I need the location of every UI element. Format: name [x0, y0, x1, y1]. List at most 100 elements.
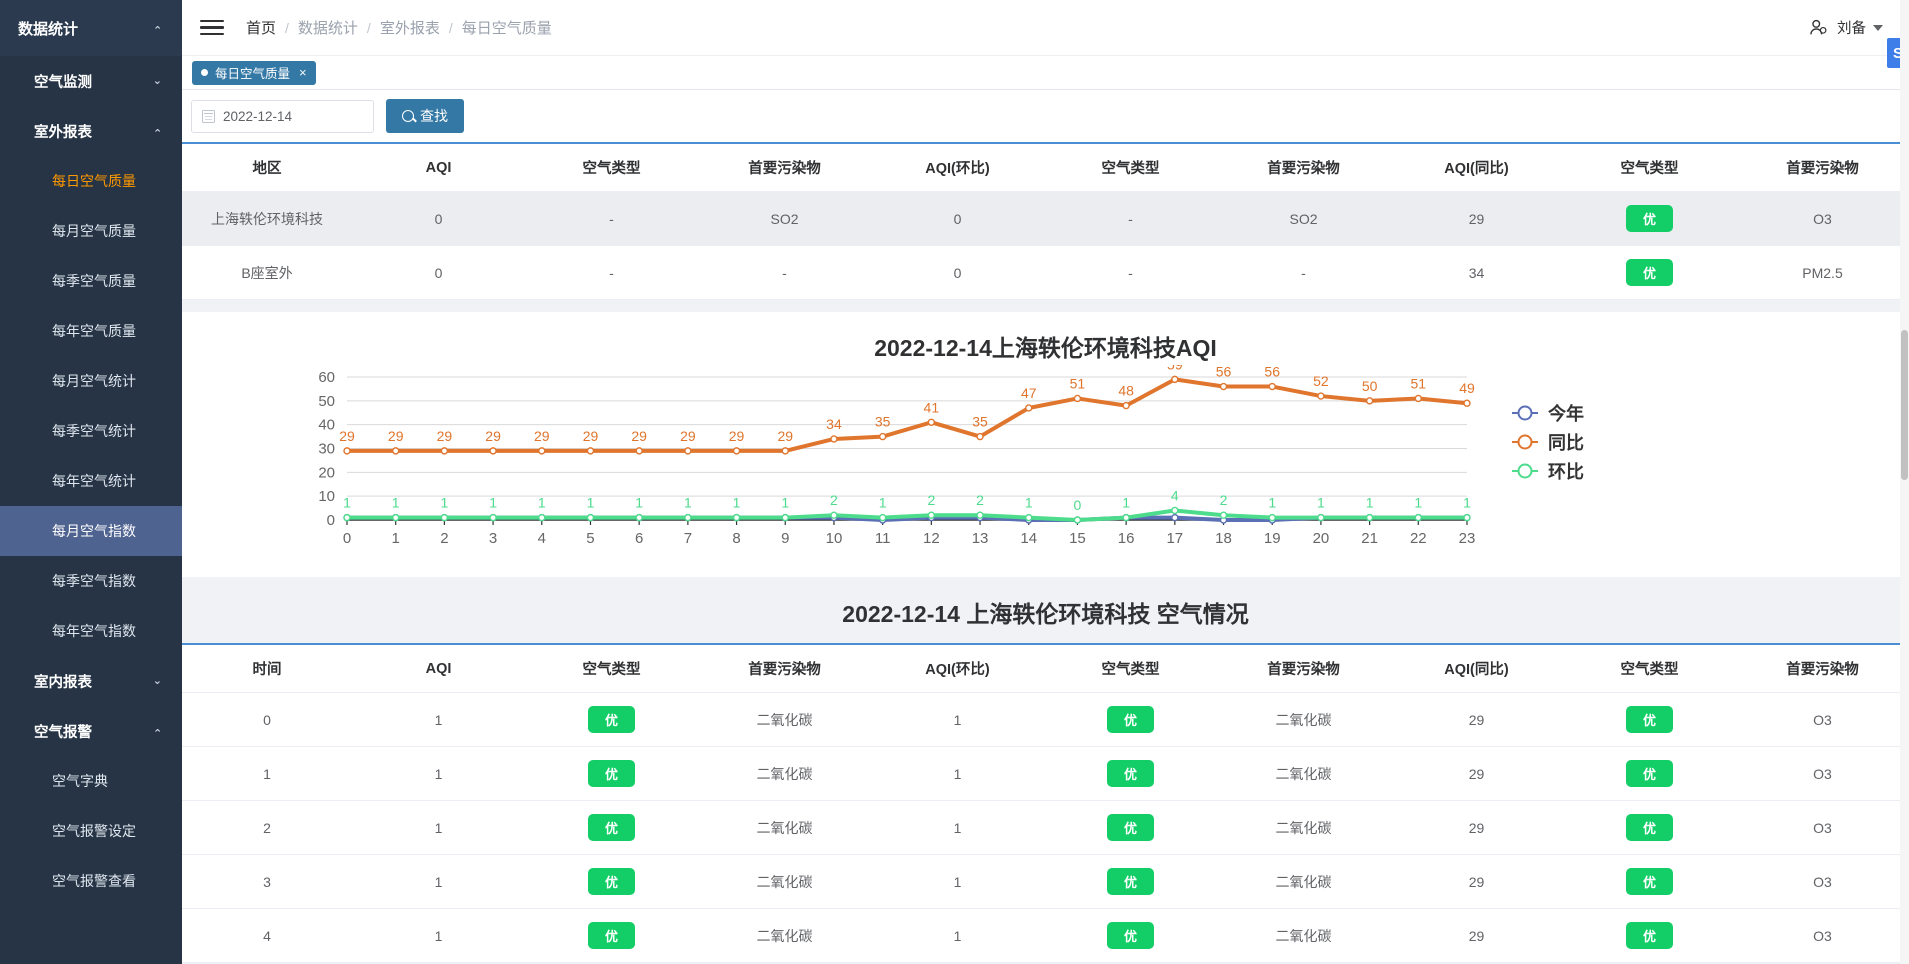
cell-3: 二氧化碳	[698, 800, 871, 855]
data-label: 1	[733, 495, 741, 511]
data-point	[343, 513, 351, 522]
chevron-up-icon: ⌄	[152, 725, 162, 738]
data-label: 29	[485, 428, 501, 444]
sidebar-item-label: 每月空气指数	[52, 523, 136, 539]
page-scrollbar[interactable]	[1900, 0, 1909, 964]
data-point	[1219, 382, 1228, 391]
x-axis-tick: 7	[684, 530, 692, 547]
tab-close-icon[interactable]: ×	[299, 65, 307, 80]
status-badge: 优	[1107, 814, 1154, 841]
breadcrumb-item-0[interactable]: 首页	[246, 17, 276, 38]
sidebar-item-每日空气质量[interactable]: 每日空气质量	[0, 156, 182, 206]
legend-label-今年[interactable]: 今年	[1548, 403, 1584, 424]
data-label: 29	[777, 428, 793, 444]
sidebar-item-每年空气质量[interactable]: 每年空气质量	[0, 306, 182, 356]
data-label: 41	[924, 399, 940, 415]
sidebar-group-室内报表[interactable]: 室内报表 ⌄	[0, 656, 182, 706]
date-input-value: 2022-12-14	[223, 108, 293, 124]
data-point	[586, 447, 595, 455]
sidebar-item-每年空气指数[interactable]: 每年空气指数	[0, 606, 182, 656]
data-label: 51	[1411, 375, 1427, 391]
summary-table-card: 地区 AQI 空气类型 首要污染物 AQI(环比) 空气类型 首要污染物 AQI(同比) 空气类…	[182, 142, 1909, 300]
scrollbar-thumb[interactable]	[1901, 330, 1908, 480]
data-point	[732, 447, 741, 455]
user-menu[interactable]: 刘备	[1808, 17, 1883, 39]
cell-3: 二氧化碳	[698, 908, 871, 963]
status-badge: 优	[1107, 922, 1154, 949]
sidebar-group-室外报表[interactable]: 室外报表 ⌄	[0, 106, 182, 156]
data-point	[635, 513, 643, 522]
status-badge: 优	[1626, 706, 1673, 733]
hamburger-menu-icon[interactable]	[200, 19, 224, 36]
sidebar-root-label: 数据统计	[18, 20, 79, 38]
table-row: 3 1 优二氧化碳 1 优二氧化碳 29 优 O3	[182, 854, 1909, 909]
breadcrumb-item-2[interactable]: 室外报表	[380, 17, 440, 38]
breadcrumb-item-1[interactable]: 数据统计	[298, 17, 358, 38]
data-point	[878, 513, 887, 522]
status-badge: 优	[588, 922, 635, 949]
sidebar-root-数据统计[interactable]: 数据统计 ⌄	[0, 0, 182, 56]
cell-8: 优	[1563, 854, 1736, 909]
search-button[interactable]: 查找	[386, 99, 464, 133]
data-point	[1463, 513, 1471, 522]
data-label: 1	[1414, 495, 1422, 511]
x-axis-tick: 22	[1410, 530, 1427, 547]
data-point	[1414, 394, 1423, 403]
cell-7: 29	[1390, 908, 1563, 963]
x-axis-tick: 19	[1264, 530, 1281, 547]
data-label: 49	[1459, 380, 1475, 396]
breadcrumb-item-3[interactable]: 每日空气质量	[462, 17, 552, 38]
sidebar-group-label: 空气报警	[34, 724, 92, 741]
data-label: 2	[976, 492, 984, 508]
y-axis-tick: 0	[327, 512, 335, 529]
date-input[interactable]: 2022-12-14	[191, 99, 374, 133]
sidebar-item-每年空气统计[interactable]: 每年空气统计	[0, 456, 182, 506]
cell-2: 优	[525, 854, 698, 909]
data-point	[684, 447, 692, 455]
column-header-9: 首要污染物	[1736, 142, 1909, 192]
data-label: 48	[1118, 383, 1134, 399]
x-axis-tick: 13	[972, 530, 989, 547]
sidebar-item-每季空气统计[interactable]: 每季空气统计	[0, 406, 182, 456]
sidebar-item-每月空气质量[interactable]: 每月空气质量	[0, 206, 182, 256]
page-content: 2022-12-14 查找 地区 AQI 空气类型 首要污染物 AQI(环比) 空气类型首…	[182, 90, 1909, 964]
data-label: 1	[781, 495, 789, 511]
tab-每日空气质量[interactable]: 每日空气质量 ×	[192, 60, 316, 85]
data-point	[586, 513, 595, 522]
sidebar-item-每月空气指数[interactable]: 每月空气指数	[0, 506, 182, 556]
chart-card: 2022-12-14上海轶伦环境科技AQI 0 10 20 30 40 50 60 0 1 2 3 4…	[182, 312, 1909, 577]
cell-0: 3	[182, 854, 352, 909]
data-label: 35	[972, 414, 988, 430]
status-badge: 优	[1626, 259, 1673, 286]
table-row: 2 1 优二氧化碳 1 优二氧化碳 29 优 O3	[182, 800, 1909, 855]
cell-6: 二氧化碳	[1217, 854, 1390, 909]
legend-label-同比[interactable]: 同比	[1548, 433, 1584, 453]
cell-4: 0	[871, 245, 1044, 300]
data-label: 1	[684, 495, 692, 511]
cell-1: 1	[352, 800, 525, 855]
data-point	[878, 432, 887, 441]
data-label: 29	[534, 428, 550, 444]
data-label: 1	[587, 495, 595, 511]
sidebar-item-空气报警查看[interactable]: 空气报警查看	[0, 856, 182, 906]
cell-1: 1	[352, 746, 525, 801]
data-label: 1	[392, 495, 400, 511]
x-axis-tick: 6	[635, 530, 643, 547]
cell-8: 优	[1563, 800, 1736, 855]
sidebar-item-空气报警设定[interactable]: 空气报警设定	[0, 806, 182, 856]
sidebar-item-每月空气统计[interactable]: 每月空气统计	[0, 356, 182, 406]
sidebar-group-空气报警[interactable]: 空气报警 ⌄	[0, 706, 182, 756]
sidebar-item-每季空气质量[interactable]: 每季空气质量	[0, 256, 182, 306]
cell-4: 1	[871, 692, 1044, 747]
sidebar-item-每季空气指数[interactable]: 每季空气指数	[0, 556, 182, 606]
cell-8: 优	[1563, 692, 1736, 747]
cell-7: 29	[1390, 692, 1563, 747]
sidebar-group-空气监测[interactable]: 空气监测 ⌄	[0, 56, 182, 106]
data-point	[1317, 392, 1325, 400]
cell-4: 1	[871, 746, 1044, 801]
sidebar-item-空气字典[interactable]: 空气字典	[0, 756, 182, 806]
data-label: 47	[1021, 385, 1037, 401]
x-axis-tick: 11	[875, 530, 891, 547]
legend-label-环比[interactable]: 环比	[1548, 462, 1584, 482]
data-point	[1365, 397, 1374, 405]
